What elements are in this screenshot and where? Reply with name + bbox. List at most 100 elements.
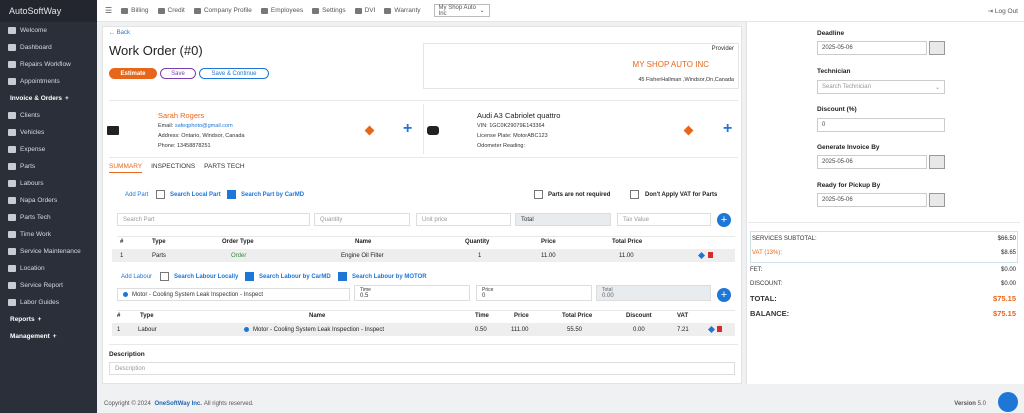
cell-time: 0.50 bbox=[475, 327, 487, 333]
sidebar-item-location[interactable]: Location bbox=[0, 260, 97, 277]
sidebar-item-time-work[interactable]: Time Work bbox=[0, 226, 97, 243]
wrench-icon bbox=[8, 163, 16, 170]
pickup-input[interactable]: 2025-05-06 bbox=[817, 193, 927, 207]
expand-plus-icon: + bbox=[52, 333, 57, 340]
nav-label: Settings bbox=[322, 7, 346, 14]
nav-settings[interactable]: Settings bbox=[312, 7, 346, 14]
divider bbox=[109, 344, 738, 345]
vehicle-plate: License Plate: MotorABC123 bbox=[477, 133, 548, 139]
save-button[interactable]: Save bbox=[160, 68, 196, 79]
search-local-part-checkbox[interactable] bbox=[156, 190, 165, 199]
generate-invoice-input[interactable]: 2025-05-06 bbox=[817, 155, 927, 169]
labour-select-value: Motor - Cooling System Leak Inspection -… bbox=[132, 291, 264, 298]
sidebar-item-napa-orders[interactable]: Napa Orders bbox=[0, 192, 97, 209]
col-total-price: Total Price bbox=[562, 313, 593, 319]
footer-brand-link[interactable]: OneSoftWay Inc. bbox=[154, 401, 201, 407]
quantity-input[interactable]: Quantity bbox=[314, 213, 410, 226]
labour-time-input[interactable]: Time 0.5 bbox=[354, 285, 470, 301]
calendar-icon[interactable] bbox=[929, 155, 945, 169]
add-part-button[interactable]: + bbox=[717, 213, 731, 227]
sidebar-item-service-report[interactable]: Service Report bbox=[0, 277, 97, 294]
report-icon bbox=[8, 282, 16, 289]
col-num: # bbox=[117, 313, 121, 319]
nav-credit[interactable]: Credit bbox=[157, 7, 185, 14]
col-num: # bbox=[120, 239, 124, 245]
sidebar-item-label: Location bbox=[20, 265, 45, 272]
tax-value-input[interactable]: Tax Value bbox=[617, 213, 711, 226]
dashboard-icon bbox=[8, 44, 16, 51]
add-client-icon[interactable]: + bbox=[403, 121, 412, 137]
search-part-carmd-checkbox[interactable] bbox=[227, 190, 236, 199]
add-part-link[interactable]: Add Part bbox=[125, 192, 148, 198]
tab-inspections[interactable]: INSPECTIONS bbox=[151, 163, 195, 173]
add-labour-link[interactable]: Add Labour bbox=[121, 274, 152, 280]
save-continue-button[interactable]: Save & Continue bbox=[199, 68, 269, 79]
sidebar-item-label: Welcome bbox=[20, 27, 47, 34]
calendar-icon[interactable] bbox=[929, 193, 945, 207]
pickup-label: Ready for Pickup By bbox=[817, 182, 881, 189]
menu-toggle-icon[interactable]: ☰ bbox=[105, 6, 112, 15]
logout-link[interactable]: ⇥ Log Out bbox=[988, 7, 1018, 15]
search-part-input[interactable]: Search Part bbox=[117, 213, 310, 226]
vehicle-odometer: Odometer Reading: bbox=[477, 143, 525, 149]
sidebar-item-parts[interactable]: Parts bbox=[0, 158, 97, 175]
vat-value: $8.65 bbox=[1000, 250, 1016, 256]
nav-billing[interactable]: Billing bbox=[121, 7, 149, 14]
col-order-type: Order Type bbox=[222, 239, 254, 245]
sidebar-item-labours[interactable]: Labours bbox=[0, 175, 97, 192]
clock-icon bbox=[8, 231, 16, 238]
no-vat-parts-checkbox[interactable] bbox=[630, 190, 639, 199]
services-subtotal-value: $66.50 bbox=[997, 236, 1016, 242]
parts-not-required-checkbox[interactable] bbox=[534, 190, 543, 199]
nav-label: DVI bbox=[364, 7, 376, 14]
client-email-link[interactable]: safeqphoto@gmail.com bbox=[175, 123, 233, 129]
sidebar-item-vehicles[interactable]: Vehicles bbox=[0, 124, 97, 141]
calendar-icon[interactable] bbox=[929, 41, 945, 55]
add-vehicle-icon[interactable]: + bbox=[723, 121, 732, 137]
cell-vat: 7.21 bbox=[677, 327, 689, 333]
tab-parts-tech[interactable]: PARTS TECH bbox=[204, 163, 244, 173]
location-icon bbox=[8, 265, 16, 272]
sidebar-item-dashboard[interactable]: Dashboard bbox=[0, 39, 97, 56]
balance-label: BALANCE: bbox=[750, 309, 790, 318]
nav-employees[interactable]: Employees bbox=[260, 7, 303, 14]
users-icon bbox=[8, 112, 16, 119]
id-card-icon bbox=[107, 126, 119, 135]
nav-company-profile[interactable]: Company Profile bbox=[193, 7, 252, 14]
tab-summary[interactable]: SUMMARY bbox=[109, 163, 143, 173]
search-labour-motor-checkbox[interactable] bbox=[338, 272, 347, 281]
vehicle-name[interactable]: Audi A3 Cabriolet quattro bbox=[477, 111, 560, 120]
labour-select[interactable]: Motor - Cooling System Leak Inspection -… bbox=[117, 288, 350, 301]
sidebar-item-reports[interactable]: Reports + bbox=[0, 311, 97, 328]
sidebar-item-clients[interactable]: Clients bbox=[0, 107, 97, 124]
client-name[interactable]: Sarah Rogers bbox=[158, 111, 204, 120]
sidebar-item-appointments[interactable]: Appointments bbox=[0, 73, 97, 90]
search-labour-carmd-checkbox[interactable] bbox=[245, 272, 254, 281]
sidebar-item-management[interactable]: Management + bbox=[0, 328, 97, 345]
description-textarea[interactable]: Description bbox=[109, 362, 735, 375]
estimate-button[interactable]: Estimate bbox=[109, 68, 157, 79]
sidebar-item-welcome[interactable]: Welcome bbox=[0, 22, 97, 39]
app-logo[interactable]: AutoSoftWay bbox=[0, 0, 97, 22]
trash-icon[interactable] bbox=[717, 326, 722, 332]
sidebar-item-service-maintenance[interactable]: Service Maintenance bbox=[0, 243, 97, 260]
chat-icon[interactable] bbox=[998, 392, 1018, 412]
sidebar-item-labor-guides[interactable]: Labor Guides bbox=[0, 294, 97, 311]
sidebar-item-expense[interactable]: Expense bbox=[0, 141, 97, 158]
search-labour-local-checkbox[interactable] bbox=[160, 272, 169, 281]
nav-dvi[interactable]: DVI bbox=[354, 7, 376, 14]
sidebar-item-invoice-orders[interactable]: Invoice & Orders + bbox=[0, 90, 97, 107]
add-labour-button[interactable]: + bbox=[717, 288, 731, 302]
discount-input[interactable]: 0 bbox=[817, 118, 945, 132]
labour-price-input[interactable]: Price 0 bbox=[476, 285, 592, 301]
sidebar-item-parts-tech[interactable]: Parts Tech bbox=[0, 209, 97, 226]
nav-warranty[interactable]: Warranty bbox=[384, 7, 421, 14]
search-part-carmd-label: Search Part by CarMD bbox=[241, 192, 305, 198]
trash-icon[interactable] bbox=[708, 252, 713, 258]
deadline-input[interactable]: 2025-05-06 bbox=[817, 41, 927, 55]
back-link[interactable]: ← Back bbox=[109, 30, 130, 36]
technician-select[interactable]: Search Technician ⌄ bbox=[817, 80, 945, 94]
unit-price-input[interactable]: Unit price bbox=[416, 213, 511, 226]
sidebar-item-repairs-workflow[interactable]: Repairs Workflow bbox=[0, 56, 97, 73]
shop-select[interactable]: My Shop Auto Inc ⌄ bbox=[433, 4, 490, 17]
